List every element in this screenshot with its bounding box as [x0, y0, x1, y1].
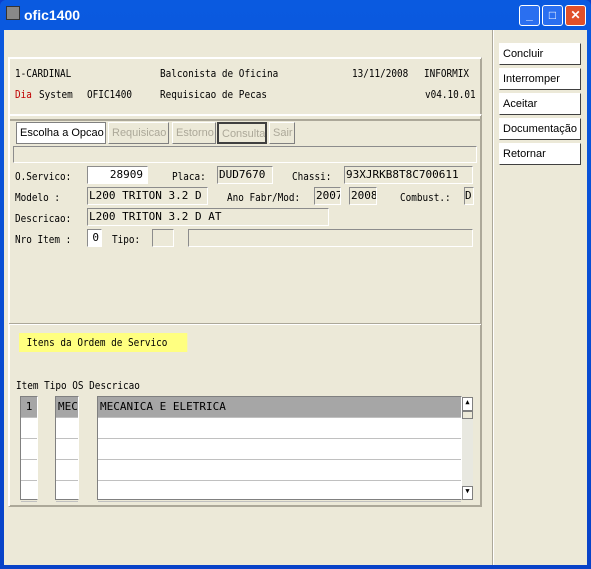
- side-button-concluir[interactable]: Concluir: [499, 43, 581, 65]
- tab-sair[interactable]: Sair: [269, 122, 295, 144]
- close-button[interactable]: ✕: [565, 5, 586, 26]
- table-cell-desc[interactable]: [98, 481, 461, 502]
- chassi-label: Chassi:: [292, 170, 332, 183]
- table-cell-tipo[interactable]: [56, 418, 78, 439]
- ano-mod-field: 2008: [349, 187, 377, 205]
- side-button-documentação[interactable]: Documentação: [499, 118, 581, 140]
- tab-requisicao[interactable]: Requisicao: [108, 122, 169, 144]
- side-button-retornar[interactable]: Retornar: [499, 143, 581, 165]
- items-header: Item Tipo OS Descricao: [16, 379, 140, 392]
- tab-consulta[interactable]: Consulta: [217, 122, 267, 144]
- descricao-column: MECANICA E ELETRICA: [97, 396, 462, 502]
- table-cell-item[interactable]: [21, 439, 37, 460]
- tab-escolha-a-opcao[interactable]: Escolha a Opcao: [16, 122, 106, 144]
- table-cell-desc[interactable]: [98, 439, 461, 460]
- items-title: Itens da Ordem de Servico: [19, 333, 188, 352]
- table-cell-item[interactable]: [21, 460, 37, 481]
- version-label: v04.10.01: [425, 88, 476, 101]
- separator: [9, 323, 481, 325]
- placa-label: Placa:: [172, 170, 206, 183]
- tipo-desc-field: [188, 229, 473, 247]
- table-cell-item[interactable]: [21, 418, 37, 439]
- descricao-label: Descricao:: [15, 212, 72, 225]
- brand-system: System: [39, 88, 73, 101]
- placa-field: DUD7670: [217, 166, 273, 184]
- os-input[interactable]: 28909: [87, 166, 148, 184]
- ano-fabr-field: 2007: [314, 187, 341, 205]
- company-label: 1-CARDINAL: [15, 67, 72, 80]
- screen-label: Requisicao de Pecas: [160, 88, 267, 101]
- nro-item-label: Nro Item :: [15, 233, 72, 246]
- client-area: Concluir Interromper Aceitar Documentação Re…: [4, 30, 587, 565]
- db-label: INFORMIX: [424, 67, 470, 80]
- window: ofic1400 _ □ ✕ Concluir Interromper Aceita…: [0, 0, 591, 569]
- table-cell-tipo[interactable]: [56, 481, 78, 502]
- table-cell-item[interactable]: 1: [21, 397, 37, 418]
- maximize-button[interactable]: □: [542, 5, 563, 26]
- date-label: 13/11/2008: [352, 67, 409, 80]
- main-panel: Escolha a Opcao Requisicao Estorno Consulta…: [8, 114, 482, 507]
- modelo-field: L200 TRITON 3.2 D: [87, 187, 208, 205]
- item-column: 1: [20, 396, 38, 502]
- header-panel: 1-CARDINAL Balconista de Oficina 13/11/2…: [8, 57, 482, 121]
- brand-dia: Dia: [15, 88, 32, 101]
- side-button-aceitar[interactable]: Aceitar: [499, 93, 581, 115]
- scroll-down-button[interactable]: ▼: [462, 486, 473, 500]
- computer-icon: [6, 6, 20, 20]
- scroll-thumb[interactable]: [462, 411, 473, 419]
- combust-field: D: [464, 187, 474, 205]
- tipo-label: Tipo:: [112, 233, 141, 246]
- combust-label: Combust.:: [400, 191, 451, 204]
- ano-label: Ano Fabr/Mod:: [227, 191, 301, 204]
- minimize-button[interactable]: _: [519, 5, 540, 26]
- scroll-up-button[interactable]: ▲: [462, 397, 473, 411]
- table-cell-desc[interactable]: MECANICA E ELETRICA: [98, 397, 461, 418]
- side-button-interromper[interactable]: Interromper: [499, 68, 581, 90]
- os-label: O.Servico:: [15, 170, 72, 183]
- table-cell-desc[interactable]: [98, 418, 461, 439]
- scrollbar[interactable]: ▲ ▼: [462, 397, 473, 500]
- role-label: Balconista de Oficina: [160, 67, 279, 80]
- tab-estorno[interactable]: Estorno: [172, 122, 216, 144]
- modelo-label: Modelo :: [15, 191, 61, 204]
- program-label: OFIC1400: [87, 88, 133, 101]
- table-cell-tipo[interactable]: [56, 439, 78, 460]
- chassi-field: 93XJRKB8T8C700611: [344, 166, 473, 184]
- descricao-field: L200 TRITON 3.2 D AT: [87, 208, 329, 226]
- table-cell-tipo[interactable]: MEC: [56, 397, 78, 418]
- status-bar: [13, 146, 477, 163]
- title-bar: ofic1400 _ □ ✕: [0, 0, 591, 30]
- divider: [492, 30, 494, 565]
- table-cell-desc[interactable]: [98, 460, 461, 481]
- tipo-column: MEC: [55, 396, 79, 502]
- window-title: ofic1400: [24, 7, 81, 23]
- table-cell-item[interactable]: [21, 481, 37, 502]
- table-cell-tipo[interactable]: [56, 460, 78, 481]
- tipo-field: [152, 229, 174, 247]
- nro-item-input[interactable]: 0: [87, 229, 102, 247]
